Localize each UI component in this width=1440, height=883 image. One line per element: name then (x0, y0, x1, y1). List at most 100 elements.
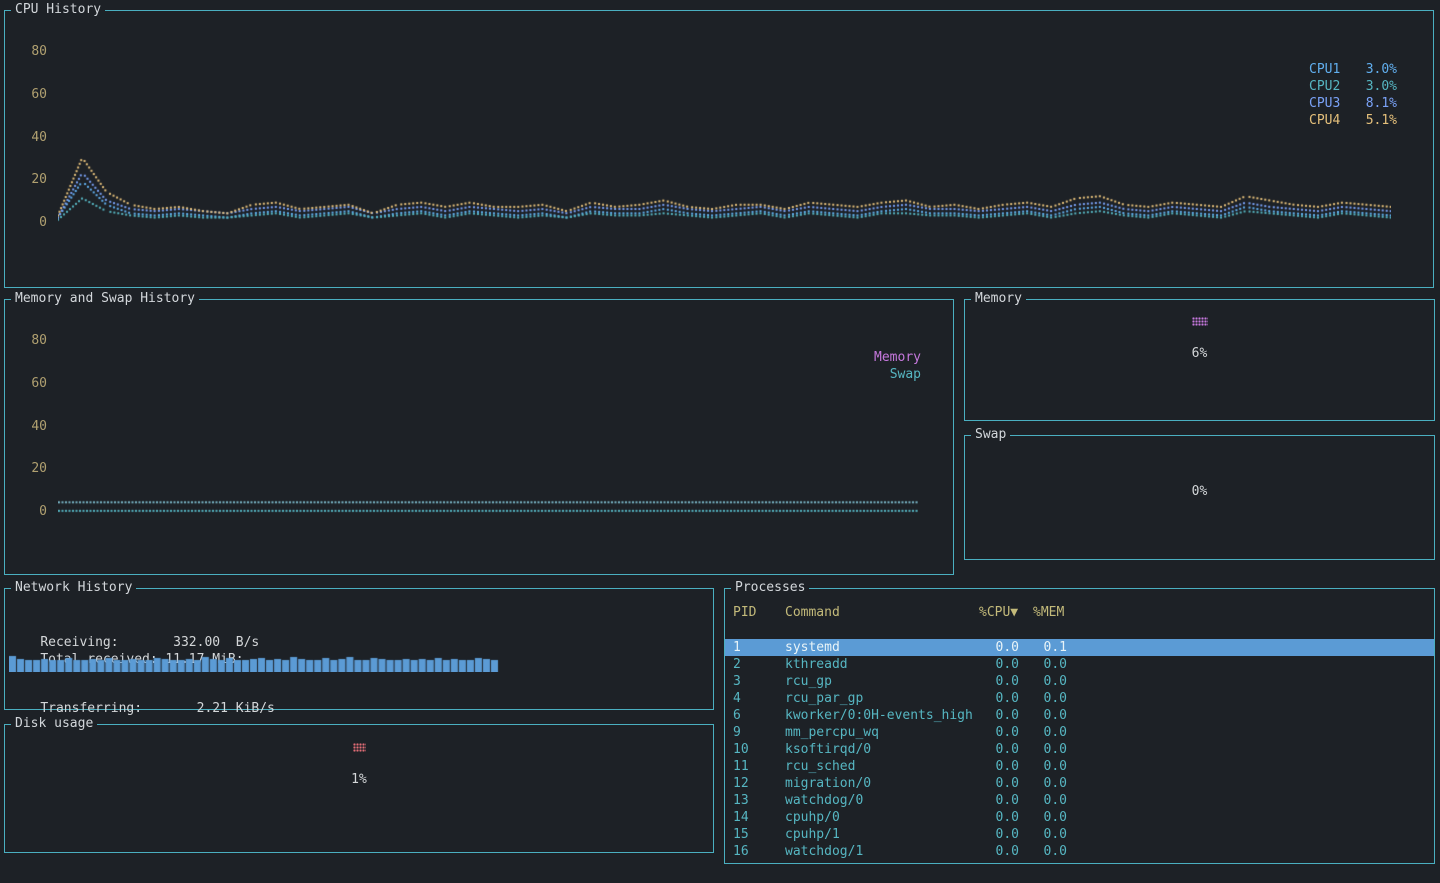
cell-cmd: systemd (785, 639, 979, 656)
network-history-chart (9, 654, 499, 672)
cpu-legend: CPU13.0%CPU23.0%CPU38.1%CPU45.1% (1309, 61, 1397, 129)
process-row[interactable]: 9mm_percpu_wq0.00.0 (725, 724, 1434, 741)
legend-memory: Memory (874, 349, 921, 366)
network-history-title: Network History (11, 580, 136, 596)
cell-mem: 0.0 (1019, 690, 1067, 707)
swap-gauge: 0% (965, 484, 1434, 500)
swap-panel: Swap 0% (964, 435, 1435, 560)
cell-cpu: 0.0 (979, 673, 1019, 690)
process-row[interactable]: 13watchdog/00.00.0 (725, 792, 1434, 809)
cpu-legend-item-cpu1: CPU13.0% (1309, 61, 1397, 78)
cpu-legend-item-cpu2: CPU23.0% (1309, 78, 1397, 95)
cell-pid: 6 (733, 707, 785, 724)
memory-title: Memory (971, 291, 1026, 307)
cpu-legend-item-cpu3: CPU38.1% (1309, 95, 1397, 112)
cell-cmd: mm_percpu_wq (785, 724, 979, 741)
axis-tick-80: 80 (17, 44, 47, 60)
process-row[interactable]: 3rcu_gp0.00.0 (725, 673, 1434, 690)
processes-title: Processes (731, 580, 809, 596)
column-header-mem[interactable]: %MEM (1033, 605, 1064, 621)
axis-tick-40: 40 (17, 419, 47, 435)
cell-mem: 0.0 (1019, 673, 1067, 690)
cell-pid: 1 (733, 639, 785, 656)
cell-cmd: cpuhp/1 (785, 826, 979, 843)
memory-swap-history-chart (58, 308, 918, 513)
cell-cpu: 0.0 (979, 843, 1019, 860)
cell-cpu: 0.0 (979, 775, 1019, 792)
cell-cpu: 0.0 (979, 758, 1019, 775)
column-header-command[interactable]: Command (785, 605, 840, 621)
cell-cmd: watchdog/1 (785, 843, 979, 860)
process-row[interactable]: 2kthreadd0.00.0 (725, 656, 1434, 673)
cell-cmd: rcu_sched (785, 758, 979, 775)
memory-percent: 6% (1192, 346, 1208, 362)
memory-usage-dots-icon (1192, 317, 1208, 326)
cell-mem: 0.0 (1019, 741, 1067, 758)
process-row[interactable]: 6kworker/0:0H-events_high0.00.0 (725, 707, 1434, 724)
process-row[interactable]: 10ksoftirqd/00.00.0 (725, 741, 1434, 758)
process-row[interactable]: 4rcu_par_gp0.00.0 (725, 690, 1434, 707)
system-monitor-app: { "colors": { "bg": "#1d2126", "border":… (0, 0, 1440, 883)
axis-tick-20: 20 (17, 172, 47, 188)
cell-pid: 2 (733, 656, 785, 673)
axis-tick-60: 60 (17, 376, 47, 392)
cell-cpu: 0.0 (979, 707, 1019, 724)
cell-mem: 0.0 (1019, 724, 1067, 741)
cell-cmd: ksoftirqd/0 (785, 741, 979, 758)
cell-cpu: 0.0 (979, 741, 1019, 758)
cell-cpu: 0.0 (979, 792, 1019, 809)
processes-panel: Processes PIDCommand%CPU▼%MEM 1systemd0.… (724, 588, 1435, 864)
disk-percent: 1% (351, 772, 367, 788)
cell-cmd: kthreadd (785, 656, 979, 673)
column-header-pid[interactable]: PID (733, 605, 756, 621)
process-row[interactable]: 14cpuhp/00.00.0 (725, 809, 1434, 826)
axis-tick-80: 80 (17, 333, 47, 349)
transferring-value: 2.21 KiB/s (165, 701, 275, 716)
cell-cpu: 0.0 (979, 724, 1019, 741)
memory-swap-history-title: Memory and Swap History (11, 291, 199, 307)
transferring-label: Transferring: (40, 701, 165, 717)
cell-cpu: 0.0 (979, 656, 1019, 673)
cell-mem: 0.0 (1019, 843, 1067, 860)
cell-pid: 12 (733, 775, 785, 792)
column-header-cpu[interactable]: %CPU▼ (979, 605, 1018, 621)
disk-usage-title: Disk usage (11, 716, 97, 732)
legend-swap: Swap (874, 366, 921, 383)
cell-mem: 0.0 (1019, 707, 1067, 724)
cell-pid: 11 (733, 758, 785, 775)
cell-mem: 0.1 (1019, 639, 1067, 656)
axis-tick-20: 20 (17, 461, 47, 477)
cell-cmd: rcu_par_gp (785, 690, 979, 707)
cell-cmd: migration/0 (785, 775, 979, 792)
disk-gauge: 1% (5, 743, 713, 788)
network-history-panel: Network History Receiving: 332.00 B/s To… (4, 588, 714, 710)
cell-mem: 0.0 (1019, 826, 1067, 843)
process-row[interactable]: 1systemd0.00.1 (725, 639, 1434, 656)
disk-usage-dots-icon (353, 743, 366, 752)
cell-mem: 0.0 (1019, 809, 1067, 826)
cell-mem: 0.0 (1019, 758, 1067, 775)
swap-percent: 0% (1192, 484, 1208, 500)
cell-pid: 14 (733, 809, 785, 826)
disk-usage-panel: Disk usage 1% (4, 724, 714, 853)
cell-pid: 10 (733, 741, 785, 758)
transferring-line: Transferring: 2.21 KiB/s (9, 685, 275, 701)
process-row[interactable]: 12migration/00.00.0 (725, 775, 1434, 792)
memory-swap-legend: MemorySwap (874, 349, 921, 383)
axis-tick-0: 0 (17, 504, 47, 520)
total-received-line: Total received:11.17 MiB: (9, 636, 244, 652)
cell-pid: 9 (733, 724, 785, 741)
cpu-history-panel: CPU History 806040200 CPU13.0%CPU23.0%CP… (4, 10, 1434, 288)
cell-pid: 3 (733, 673, 785, 690)
cell-cpu: 0.0 (979, 826, 1019, 843)
cell-cmd: rcu_gp (785, 673, 979, 690)
process-row[interactable]: 15cpuhp/10.00.0 (725, 826, 1434, 843)
swap-title: Swap (971, 427, 1010, 443)
process-table: 1systemd0.00.12kthreadd0.00.03rcu_gp0.00… (725, 639, 1434, 860)
cell-pid: 16 (733, 843, 785, 860)
axis-tick-0: 0 (17, 215, 47, 231)
memory-panel: Memory 6% (964, 299, 1435, 421)
process-row[interactable]: 11rcu_sched0.00.0 (725, 758, 1434, 775)
cpu-history-chart (58, 19, 1391, 224)
process-row[interactable]: 16watchdog/10.00.0 (725, 843, 1434, 860)
